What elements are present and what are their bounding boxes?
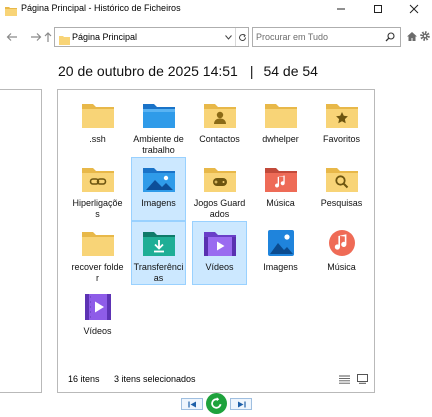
file-item[interactable]: Favoritos <box>314 93 369 157</box>
header-separator: | <box>249 63 254 79</box>
skip-back-icon <box>187 401 196 407</box>
file-item-label: Música <box>327 262 356 272</box>
minimize-button[interactable] <box>323 0 359 18</box>
window-title: Página Principal - Histórico de Ficheiro… <box>21 3 181 13</box>
file-item[interactable]: Jogos Guardados <box>192 157 247 221</box>
file-item[interactable]: Pesquisas <box>314 157 369 221</box>
item-count: 16 itens <box>68 374 100 384</box>
search-box[interactable] <box>252 27 401 47</box>
folder-icon <box>81 228 115 258</box>
file-item-label: recover folder <box>71 262 124 283</box>
forward-arrow-icon <box>31 33 42 41</box>
file-item[interactable]: Hiperligações <box>70 157 125 221</box>
snapshot-date: 20 de outubro de 2025 14:51 <box>58 63 238 79</box>
file-item-label: Imagens <box>263 262 298 272</box>
file-item-label: Jogos Guardados <box>193 198 246 219</box>
file-item-label: Vídeos <box>205 262 234 272</box>
refresh-button[interactable] <box>235 28 249 46</box>
up-button[interactable] <box>43 28 53 46</box>
title-bar: Página Principal - Histórico de Ficheiro… <box>0 0 432 18</box>
pictures-folder-icon <box>142 164 176 194</box>
maximize-button[interactable] <box>360 0 396 18</box>
file-item-label: Ambiente de trabalho <box>133 134 184 155</box>
next-version-button[interactable] <box>230 398 252 410</box>
snapshot-panel: .ssh Ambiente de trabalho Contactos dwhe… <box>57 89 375 393</box>
file-item[interactable]: Música <box>314 221 369 285</box>
refresh-icon <box>239 33 247 41</box>
home-button[interactable] <box>406 29 418 43</box>
up-arrow-icon <box>44 32 52 42</box>
address-text: Página Principal <box>72 32 138 42</box>
address-dropdown-button[interactable] <box>221 28 235 46</box>
file-item[interactable]: Contactos <box>192 93 247 157</box>
history-controls <box>0 393 432 415</box>
file-item[interactable]: dwhelper <box>253 93 308 157</box>
status-bar: 16 itens 3 itens selecionados <box>58 369 374 391</box>
address-bar[interactable]: Página Principal <box>54 27 249 47</box>
file-item[interactable]: Transferências <box>131 221 186 285</box>
file-item-label: Imagens <box>141 198 176 208</box>
file-item-label: Vídeos <box>83 326 112 336</box>
gear-icon <box>420 31 430 41</box>
contacts-folder-icon <box>203 100 237 130</box>
snapshot-position: 54 de 54 <box>263 63 318 79</box>
details-view-icon <box>338 375 350 384</box>
home-icon <box>407 31 417 41</box>
file-item-label: Favoritos <box>322 134 360 144</box>
searches-folder-icon <box>325 164 359 194</box>
skip-forward-icon <box>237 401 246 407</box>
games-folder-icon <box>203 164 237 194</box>
file-item[interactable]: Música <box>253 157 308 221</box>
pictures-library-icon <box>264 228 298 258</box>
downloads-folder-icon <box>142 228 176 258</box>
restore-button[interactable] <box>206 393 227 414</box>
videos-folder-icon <box>203 228 237 258</box>
favorites-folder-icon <box>325 100 359 130</box>
file-item-label: .ssh <box>89 134 106 144</box>
music-library-icon <box>325 228 359 258</box>
large-icons-view-button[interactable] <box>355 372 369 386</box>
folder-icon <box>264 100 298 130</box>
file-item[interactable]: recover folder <box>70 221 125 285</box>
folder-icon <box>81 100 115 130</box>
videos-library-icon <box>81 292 115 322</box>
music-folder-icon <box>264 164 298 194</box>
links-folder-icon <box>81 164 115 194</box>
chevron-down-icon <box>224 34 232 40</box>
restore-icon <box>211 397 222 409</box>
previous-snapshot-panel[interactable] <box>0 89 42 393</box>
forward-button[interactable] <box>28 28 44 46</box>
navigation-bar: Página Principal <box>0 26 432 48</box>
snapshot-header: 20 de outubro de 2025 14:51 | 54 de 54 <box>58 62 318 80</box>
large-icons-view-icon <box>356 374 368 384</box>
file-item[interactable]: Ambiente de trabalho <box>131 93 186 157</box>
desktop-folder-icon <box>142 100 176 130</box>
file-item-label: Música <box>266 198 295 208</box>
previous-version-button[interactable] <box>181 398 203 410</box>
file-item-label: Transferências <box>133 262 184 283</box>
file-item[interactable]: .ssh <box>70 93 125 157</box>
selected-count: 3 itens selecionados <box>114 374 196 384</box>
back-button[interactable] <box>4 28 20 46</box>
search-icon <box>385 32 395 42</box>
details-view-button[interactable] <box>337 372 351 386</box>
file-item-label: Contactos <box>199 134 240 144</box>
search-input[interactable] <box>256 30 376 44</box>
file-item[interactable]: Imagens <box>131 157 186 221</box>
file-item[interactable]: Vídeos <box>70 285 125 349</box>
file-item-label: dwhelper <box>262 134 299 144</box>
file-item-label: Pesquisas <box>320 198 363 208</box>
folder-icon <box>59 32 70 45</box>
file-history-app-icon <box>5 3 17 16</box>
back-arrow-icon <box>6 33 17 41</box>
settings-button[interactable] <box>419 29 431 43</box>
file-item[interactable]: Imagens <box>253 221 308 285</box>
file-item-label: Hiperligações <box>72 198 123 219</box>
close-button[interactable] <box>396 0 432 18</box>
search-button[interactable] <box>382 29 398 45</box>
file-item[interactable]: Vídeos <box>192 221 247 285</box>
